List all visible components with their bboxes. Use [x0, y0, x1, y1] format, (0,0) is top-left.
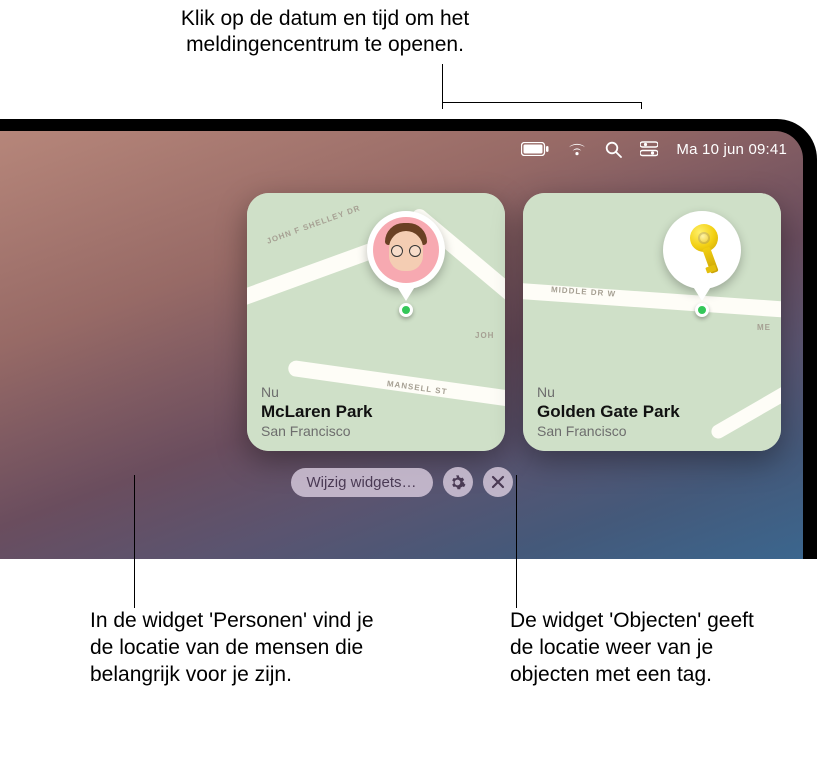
street-label: JOH [475, 331, 494, 340]
callout-bracket [442, 102, 642, 103]
pin-dot-icon [695, 303, 709, 317]
callout-line [516, 475, 517, 608]
device-frame: Ma 10 jun 09:41 JOHN F SHELLEY DR JOH MA… [0, 119, 817, 559]
widget-location-subtitle: San Francisco [537, 423, 767, 439]
wifi-icon[interactable] [567, 142, 587, 156]
widget-location-title: McLaren Park [261, 402, 491, 422]
item-pin [663, 211, 741, 289]
find-my-items-widget[interactable]: MIDDLE DR W ME Nu Golden Gate Park San F… [523, 193, 781, 451]
control-center-icon[interactable] [640, 141, 658, 157]
callout-tick [641, 102, 642, 109]
close-widgets-button[interactable] [483, 467, 513, 497]
widget-timestamp: Nu [261, 384, 491, 400]
battery-icon[interactable] [521, 142, 549, 156]
widget-location-title: Golden Gate Park [537, 402, 767, 422]
menubar-datetime[interactable]: Ma 10 jun 09:41 [676, 141, 787, 158]
callout-tick [442, 102, 443, 109]
edit-widgets-bar: Wijzig widgets… [290, 467, 512, 497]
key-icon [674, 222, 730, 278]
menu-bar: Ma 10 jun 09:41 [0, 131, 803, 167]
close-icon [491, 475, 505, 489]
widget-footer: Nu Golden Gate Park San Francisco [537, 384, 767, 439]
help-caption-top: Klik op de datum en tijd om het meldinge… [110, 6, 540, 59]
street-label: JOHN F SHELLEY DR [265, 203, 361, 245]
callout-line [442, 64, 443, 102]
widget-settings-button[interactable] [443, 467, 473, 497]
widget-footer: Nu McLaren Park San Francisco [261, 384, 491, 439]
gear-icon [449, 474, 466, 491]
widget-timestamp: Nu [537, 384, 767, 400]
help-caption-people: In de widget 'Personen' vind je de locat… [90, 608, 390, 689]
street-label: ME [757, 323, 771, 332]
help-caption-items: De widget 'Objecten' geeft de locatie we… [510, 608, 770, 689]
find-my-people-widget[interactable]: JOHN F SHELLEY DR JOH MANSELL ST Nu McLa… [247, 193, 505, 451]
edit-widgets-button[interactable]: Wijzig widgets… [290, 468, 432, 497]
person-pin [367, 211, 445, 289]
desktop-screen: Ma 10 jun 09:41 JOHN F SHELLEY DR JOH MA… [0, 131, 803, 559]
widgets-row: JOHN F SHELLEY DR JOH MANSELL ST Nu McLa… [247, 193, 781, 451]
widget-location-subtitle: San Francisco [261, 423, 491, 439]
callout-line [134, 475, 135, 608]
pin-dot-icon [399, 303, 413, 317]
avatar-icon [373, 217, 439, 283]
spotlight-icon[interactable] [605, 141, 622, 158]
